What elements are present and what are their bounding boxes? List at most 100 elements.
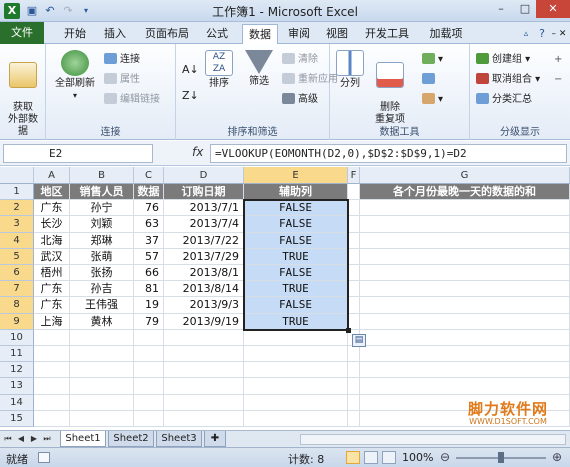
row-header-11[interactable]: 11	[0, 346, 34, 363]
cell[interactable]: 郑琳	[70, 232, 134, 249]
insert-function-icon[interactable]: fx	[192, 145, 203, 159]
cell[interactable]	[348, 248, 360, 265]
close-button[interactable]: ✕	[536, 0, 570, 18]
cell[interactable]	[34, 329, 70, 346]
prev-sheet-icon[interactable]: ◀	[15, 433, 27, 445]
cell[interactable]	[360, 329, 570, 346]
tab-home[interactable]: 开始	[58, 24, 92, 44]
cell[interactable]	[348, 281, 360, 298]
cell[interactable]	[164, 329, 244, 346]
name-box[interactable]: E2	[3, 144, 153, 163]
cell[interactable]	[164, 394, 244, 411]
cell[interactable]: FALSE	[244, 265, 348, 282]
cell[interactable]	[164, 362, 244, 379]
header-cell[interactable]: 辅助列	[244, 184, 348, 201]
cell[interactable]: FALSE	[244, 232, 348, 249]
connections-button[interactable]: 连接	[104, 52, 140, 67]
page-layout-view-icon[interactable]	[364, 451, 378, 464]
cell[interactable]: 57	[134, 248, 164, 265]
cell[interactable]: 张萌	[70, 248, 134, 265]
text-to-columns-button[interactable]: 分列	[334, 50, 366, 90]
cell[interactable]: TRUE	[244, 248, 348, 265]
sheet-tab-sheet1[interactable]: Sheet1	[60, 431, 106, 447]
cell[interactable]	[244, 346, 348, 363]
tab-insert[interactable]: 插入	[98, 24, 132, 44]
workbook-window-controls[interactable]: – ✕	[551, 24, 567, 44]
select-all-corner[interactable]	[0, 167, 34, 184]
row-header-2[interactable]: 2	[0, 200, 34, 217]
cell[interactable]: FALSE	[244, 297, 348, 314]
cell[interactable]	[360, 248, 570, 265]
row-header-10[interactable]: 10	[0, 329, 34, 346]
zoom-slider-thumb[interactable]	[498, 452, 504, 463]
header-cell[interactable]: 地区	[34, 184, 70, 201]
cell[interactable]	[134, 410, 164, 427]
cell[interactable]	[360, 200, 570, 217]
zoom-out-icon[interactable]: ⊖	[440, 450, 450, 464]
sort-button[interactable]: AZ ZA 排序	[204, 50, 234, 90]
cell[interactable]	[244, 394, 348, 411]
cell[interactable]: 81	[134, 281, 164, 298]
cell[interactable]: 长沙	[34, 216, 70, 233]
cell[interactable]: 张扬	[70, 265, 134, 282]
advanced-filter-button[interactable]: 高级	[282, 92, 318, 107]
help-icon[interactable]: ?	[536, 24, 548, 44]
show-detail-icon[interactable]: +	[554, 52, 562, 67]
cell[interactable]: 孙吉	[70, 281, 134, 298]
cell[interactable]	[360, 346, 570, 363]
sheet-tab-sheet2[interactable]: Sheet2	[108, 431, 154, 447]
cell[interactable]	[360, 265, 570, 282]
cell[interactable]	[348, 410, 360, 427]
cell[interactable]	[360, 281, 570, 298]
macro-record-icon[interactable]	[38, 452, 50, 463]
cell[interactable]	[348, 232, 360, 249]
cell[interactable]	[70, 362, 134, 379]
row-header-1[interactable]: 1	[0, 184, 34, 201]
column-header-b[interactable]: B	[70, 167, 134, 184]
header-cell[interactable]: 各个月份最晚一天的数据的和	[360, 184, 570, 201]
row-header-6[interactable]: 6	[0, 265, 34, 282]
cell[interactable]	[164, 378, 244, 395]
cell[interactable]	[360, 313, 570, 330]
cell[interactable]	[134, 378, 164, 395]
consolidate-button[interactable]	[422, 72, 438, 87]
cell[interactable]: 上海	[34, 313, 70, 330]
cell[interactable]	[348, 378, 360, 395]
sort-descending-button[interactable]: Z↓	[182, 88, 199, 103]
cell[interactable]	[244, 329, 348, 346]
cell[interactable]	[134, 394, 164, 411]
cell[interactable]: 79	[134, 313, 164, 330]
cell[interactable]	[34, 378, 70, 395]
maximize-button[interactable]: □	[513, 0, 537, 18]
page-break-view-icon[interactable]	[382, 451, 396, 464]
cell[interactable]	[360, 297, 570, 314]
tab-view[interactable]: 视图	[322, 24, 352, 44]
last-sheet-icon[interactable]: ⏭	[41, 433, 53, 445]
cell[interactable]	[70, 329, 134, 346]
header-cell[interactable]	[348, 184, 360, 201]
column-header-c[interactable]: C	[134, 167, 164, 184]
cell[interactable]	[34, 346, 70, 363]
cell[interactable]: FALSE	[244, 216, 348, 233]
cell[interactable]	[360, 378, 570, 395]
cell[interactable]: 2013/7/22	[164, 232, 244, 249]
cell[interactable]: 2013/9/19	[164, 313, 244, 330]
cell[interactable]	[360, 216, 570, 233]
formula-input[interactable]: =VLOOKUP(EOMONTH(D2,0),$D$2:$D$9,1)=D2	[210, 144, 567, 163]
ungroup-button[interactable]: 取消组合 ▾	[476, 72, 540, 87]
cell[interactable]: 2013/9/3	[164, 297, 244, 314]
cell[interactable]: 66	[134, 265, 164, 282]
get-external-data-button[interactable]: 获取 外部数据	[4, 50, 42, 138]
cell[interactable]: 孙宁	[70, 200, 134, 217]
cell[interactable]: 76	[134, 200, 164, 217]
cell[interactable]: 北海	[34, 232, 70, 249]
zoom-in-icon[interactable]: ⊕	[552, 450, 562, 464]
row-header-8[interactable]: 8	[0, 297, 34, 314]
row-header-9[interactable]: 9	[0, 313, 34, 330]
cell[interactable]: FALSE	[244, 200, 348, 217]
cell[interactable]: 2013/7/29	[164, 248, 244, 265]
tab-review[interactable]: 审阅	[284, 24, 314, 44]
tab-data[interactable]: 数据	[242, 24, 278, 45]
edit-links-button[interactable]: 编辑链接	[104, 92, 160, 107]
column-header-f[interactable]: F	[348, 167, 360, 184]
